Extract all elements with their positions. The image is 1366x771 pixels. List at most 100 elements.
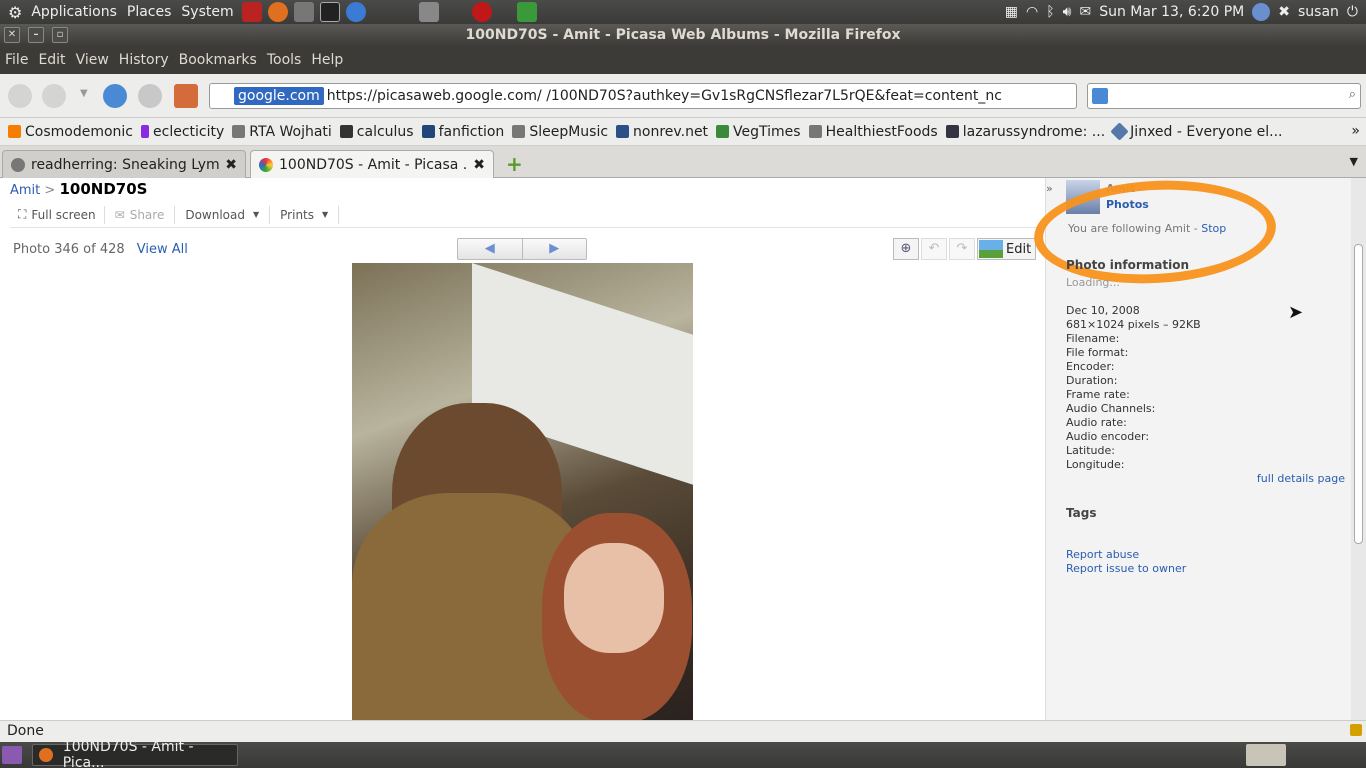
menu-history[interactable]: History [114, 52, 174, 68]
back-icon[interactable] [8, 84, 32, 108]
navigation-toolbar: ▼ google.com https://picasaweb.google.co… [0, 74, 1366, 118]
collapse-sidebar-icon[interactable]: » [1046, 182, 1058, 195]
bookmark-item[interactable]: nonrev.net [616, 124, 708, 140]
terminal-icon[interactable] [319, 2, 340, 22]
app-launcher-icon[interactable] [293, 2, 314, 22]
lock-icon[interactable] [1350, 724, 1362, 736]
window-title: 100ND70S - Amit - Picasa Web Albums - Mo… [465, 27, 901, 43]
photo-date: Dec 10, 2008 [1066, 304, 1140, 317]
mail-icon[interactable]: ✉ [1079, 4, 1091, 20]
stop-icon[interactable] [138, 84, 162, 108]
forward-icon[interactable] [42, 84, 66, 108]
new-tab-icon[interactable]: + [506, 152, 523, 176]
bookmark-item[interactable]: SleepMusic [512, 124, 608, 140]
share-button[interactable]: ✉ Share [105, 208, 175, 222]
wifi-icon[interactable]: ◠ [1026, 4, 1038, 20]
maximize-window-icon[interactable]: ▫ [52, 27, 68, 43]
tab-label: readherring: Sneaking Lym... [31, 156, 220, 173]
bookmark-item[interactable]: lazarussyndrome: ... [945, 124, 1105, 140]
menu-file[interactable]: File [0, 52, 33, 68]
view-all-link[interactable]: View All [137, 242, 188, 257]
bookmark-item[interactable]: RTA Wojhati [232, 124, 332, 140]
clock[interactable]: Sun Mar 13, 6:20 PM [1099, 4, 1244, 20]
tab-picasa[interactable]: 100ND70S - Amit - Picasa ... ✖ [250, 150, 494, 178]
google-search-engine-icon[interactable] [1092, 88, 1108, 104]
menu-view[interactable]: View [71, 52, 114, 68]
reload-icon[interactable] [103, 84, 127, 108]
menu-tools[interactable]: Tools [262, 52, 307, 68]
bookmark-item[interactable]: HealthiestFoods [808, 124, 938, 140]
calculator-icon[interactable]: ▦ [1005, 4, 1018, 20]
places-menu[interactable]: Places [122, 4, 177, 20]
site-identity[interactable]: google.com [234, 87, 324, 105]
info-field: Encoder: [1066, 360, 1115, 373]
photo-counter: Photo 346 of 428 [13, 242, 125, 257]
tab-readherring[interactable]: readherring: Sneaking Lym... ✖ [2, 150, 246, 178]
opera-icon[interactable] [471, 2, 492, 22]
window-titlebar: ✕ – ▫ 100ND70S - Amit - Picasa Web Album… [0, 24, 1366, 46]
mail-icon: ✉ [114, 207, 125, 222]
bookmark-item[interactable]: Cosmodemonic [8, 124, 133, 140]
close-tab-icon[interactable]: ✖ [473, 157, 485, 173]
fullscreen-button[interactable]: ⛶ Full screen [10, 207, 104, 222]
report-abuse-link[interactable]: Report abuse [1066, 548, 1139, 561]
edit-button[interactable]: Edit [977, 238, 1037, 260]
show-desktop-icon[interactable] [2, 746, 22, 764]
system-menu[interactable]: System [176, 4, 238, 20]
globe-icon[interactable] [1252, 3, 1271, 21]
volume-icon[interactable]: 🔊︎ [1063, 4, 1072, 20]
photo-actions: ⊕ ↶ ↷ Edit [893, 238, 1037, 260]
applications-menu[interactable]: Applications [26, 4, 122, 20]
bookmark-item[interactable]: calculus [339, 124, 414, 140]
username[interactable]: susan [1298, 4, 1339, 20]
home-icon[interactable] [174, 84, 198, 108]
rotate-left-icon[interactable]: ↶ [921, 238, 947, 260]
next-photo-button[interactable]: ▶ [523, 239, 587, 259]
chevron-down-icon: ▼ [253, 210, 260, 219]
prints-dropdown[interactable]: Prints ▼ [270, 208, 338, 222]
menu-bookmarks[interactable]: Bookmarks [174, 52, 262, 68]
report-issue-link[interactable]: Report issue to owner [1066, 562, 1186, 575]
filezilla-icon[interactable] [241, 2, 262, 22]
minimize-window-icon[interactable]: – [28, 27, 44, 43]
taskbar-window-button[interactable]: 100ND70S - Amit - Pica... [32, 739, 238, 771]
full-details-link[interactable]: full details page [1257, 472, 1345, 485]
download-dropdown[interactable]: Download ▼ [175, 208, 269, 222]
network-tool-icon[interactable] [418, 2, 439, 22]
bookmark-item[interactable]: VegTimes [716, 124, 801, 140]
history-dropdown-icon[interactable]: ▼ [80, 88, 88, 99]
menu-edit[interactable]: Edit [33, 52, 70, 68]
url-text[interactable]: https://picasaweb.google.com/ /100ND70S?… [327, 88, 1002, 104]
workspace-switcher[interactable] [1246, 744, 1286, 766]
close-tab-icon[interactable]: ✖ [225, 157, 237, 173]
page-scrollbar[interactable] [1351, 178, 1366, 720]
menu-help[interactable]: Help [306, 52, 348, 68]
task-check-icon[interactable] [516, 2, 537, 22]
top-panel: ⚙ Applications Places System ▦ ◠ ᛒ 🔊︎ ✉ … [0, 0, 1366, 24]
help-icon[interactable] [345, 2, 366, 22]
bookmark-item[interactable]: fanfiction [421, 124, 504, 140]
user-status-icon[interactable]: ✖ [1278, 4, 1290, 20]
close-window-icon[interactable]: ✕ [4, 27, 20, 43]
ubuntu-logo-icon[interactable]: ⚙ [8, 3, 22, 22]
bookmark-item[interactable]: eclecticity [141, 124, 224, 140]
bluetooth-icon[interactable]: ᛒ [1046, 4, 1054, 20]
photo-toolbar: ⛶ Full screen ✉ Share Download ▼ Prints ▼ [10, 202, 1040, 228]
bookmark-item[interactable]: Jinxed - Everyone el... [1110, 122, 1283, 141]
url-bar[interactable]: google.com https://picasaweb.google.com/… [209, 83, 1077, 109]
breadcrumb-owner-link[interactable]: Amit [10, 183, 40, 198]
previous-photo-button[interactable]: ◀ [458, 239, 523, 259]
search-input[interactable]: ⌕ [1087, 83, 1361, 109]
scrollbar-thumb[interactable] [1354, 244, 1363, 544]
zoom-icon[interactable]: ⊕ [893, 238, 919, 260]
loading-text: Loading... [1066, 276, 1120, 289]
search-icon[interactable]: ⌕ [1349, 87, 1356, 102]
tab-list-icon[interactable]: ▼ [1350, 155, 1358, 168]
chevron-down-icon: ▼ [322, 210, 329, 219]
photo-pager: ◀ ▶ [457, 238, 587, 260]
rotate-right-icon[interactable]: ↷ [949, 238, 975, 260]
more-bookmarks-icon[interactable]: » [1351, 123, 1360, 139]
photo-image[interactable] [352, 263, 693, 720]
power-icon[interactable]: ⏻ [1347, 4, 1358, 20]
firefox-launcher-icon[interactable] [267, 2, 288, 22]
